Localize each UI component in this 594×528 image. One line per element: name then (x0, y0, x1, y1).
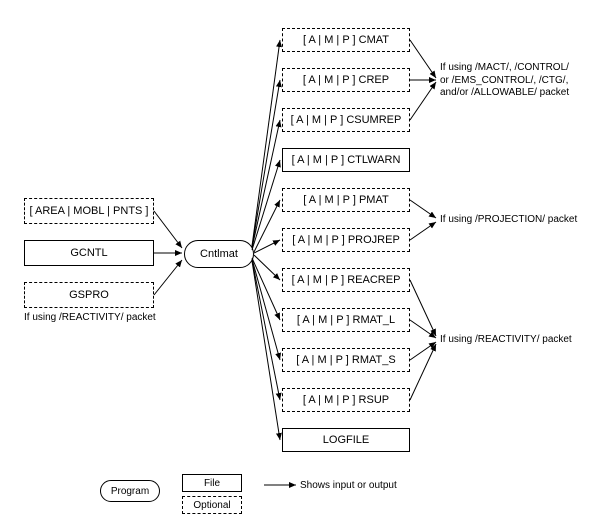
output-cmat: [ A | M | P ] CMAT (282, 28, 410, 52)
output-crep: [ A | M | P ] CREP (282, 68, 410, 92)
arrow-to-ctlwarn (252, 160, 280, 250)
output-projrep: [ A | M | P ] PROJREP (282, 228, 410, 252)
arrow-to-rsup (252, 260, 280, 400)
legend-arrow-label: Shows input or output (300, 480, 397, 493)
arrow-projrep-note (410, 222, 436, 240)
note-mact: If using /MACT/, /CONTROL/ or /EMS_CONTR… (440, 62, 569, 100)
input-gcntl-box: GCNTL (24, 240, 154, 266)
output-rsup: [ A | M | P ] RSUP (282, 388, 410, 412)
arrow-rmats-note (410, 342, 436, 360)
arrow-to-rmats (252, 259, 280, 360)
output-logfile: LOGFILE (282, 428, 410, 452)
arrow-to-cmat (252, 40, 280, 246)
output-reacrep: [ A | M | P ] REACREP (282, 268, 410, 292)
legend-optional-swatch: Optional (182, 496, 242, 514)
diagram-canvas: [ AREA | MOBL | PNTS ] GCNTL GSPRO If us… (0, 0, 594, 528)
arrow-to-reacrep (254, 255, 280, 280)
note-reactivity: If using /REACTIVITY/ packet (440, 334, 572, 347)
arrow-rmatl-note (410, 320, 436, 338)
input-area-box: [ AREA | MOBL | PNTS ] (24, 198, 154, 224)
arrow-rsup-note (410, 344, 436, 400)
arrow-csumrep-note (410, 82, 436, 120)
arrow-cmat-note (410, 40, 436, 78)
arrow-reacrep-note (410, 280, 436, 336)
legend-file-swatch: File (182, 474, 242, 492)
output-pmat: [ A | M | P ] PMAT (282, 188, 410, 212)
arrow-pmat-note (410, 200, 436, 218)
note-projection: If using /PROJECTION/ packet (440, 214, 577, 227)
arrow-to-csumrep (252, 120, 280, 248)
arrow-to-pmat (254, 200, 280, 252)
arrow-area-to-program (154, 211, 182, 248)
output-rmat-s: [ A | M | P ] RMAT_S (282, 348, 410, 372)
output-csumrep: [ A | M | P ] CSUMREP (282, 108, 410, 132)
arrow-to-logfile (252, 261, 280, 440)
arrow-to-crep (252, 80, 280, 247)
program-cntlmat: Cntlmat (184, 240, 254, 268)
input-gspro-box: GSPRO (24, 282, 154, 308)
arrow-gspro-to-program (154, 260, 182, 295)
output-ctlwarn: [ A | M | P ] CTLWARN (282, 148, 410, 172)
arrow-to-rmatl (252, 258, 280, 320)
output-rmat-l: [ A | M | P ] RMAT_L (282, 308, 410, 332)
arrow-to-projrep (254, 240, 280, 253)
input-reactivity-note: If using /REACTIVITY/ packet (24, 312, 156, 325)
legend-program-swatch: Program (100, 480, 160, 502)
